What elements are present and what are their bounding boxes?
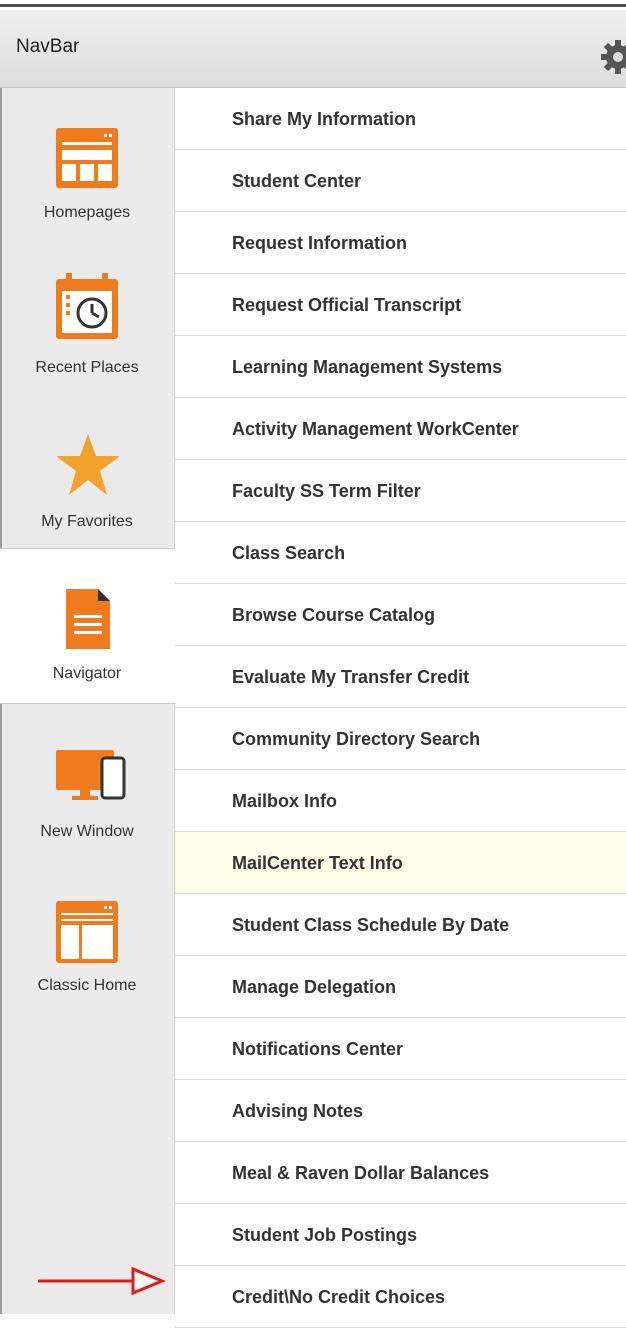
sidebar-tile-label: Navigator [52, 665, 122, 682]
menu-item-label: Student Job Postings [232, 1225, 418, 1245]
menu-item-activity-management-workcenter[interactable]: Activity Management WorkCenter [175, 398, 626, 460]
menu-item-label: Credit\No Credit Choices [232, 1287, 446, 1307]
menu-item-label: Faculty SS Term Filter [232, 481, 421, 501]
menu-item-label: Browse Course Catalog [232, 605, 436, 625]
menu-item-faculty-ss-term-filter[interactable]: Faculty SS Term Filter [175, 460, 626, 522]
document-icon [66, 589, 110, 649]
navbar-title: NavBar [16, 36, 80, 57]
menu-item-request-official-transcript[interactable]: Request Official Transcript [175, 274, 626, 336]
sidebar-tile-recent-places[interactable]: Recent Places [0, 243, 174, 398]
menu-item-label: Manage Delegation [232, 977, 397, 997]
classic-home-icon [56, 901, 118, 963]
menu-item-credit-no-credit-choices[interactable]: Credit\No Credit Choices [175, 1266, 626, 1328]
menu-item-browse-course-catalog[interactable]: Browse Course Catalog [175, 584, 626, 646]
sidebar-tile-classic-home[interactable]: Classic Home [0, 862, 174, 1012]
calendar-clock-icon [56, 273, 118, 339]
menu-item-learning-management-systems[interactable]: Learning Management Systems [175, 336, 626, 398]
sidebar-tile-label: New Window [40, 823, 134, 840]
homepages-icon [56, 128, 118, 188]
menu-item-label: MailCenter Text Info [232, 853, 403, 873]
sidebar-tile-label: Classic Home [37, 977, 137, 994]
sidebar-tile-label: My Favorites [41, 513, 133, 530]
menu-item-label: Student Class Schedule By Date [232, 915, 510, 935]
red-arrow-annotation-icon [38, 1266, 166, 1296]
window-top-edge [0, 0, 626, 10]
menu-item-share-my-information[interactable]: Share My Information [175, 88, 626, 150]
menu-item-mailcenter-text-info[interactable]: MailCenter Text Info [175, 832, 626, 894]
menu-item-request-information[interactable]: Request Information [175, 212, 626, 274]
menu-item-student-job-postings[interactable]: Student Job Postings [175, 1204, 626, 1266]
menu-item-meal-raven-dollar-balances[interactable]: Meal & Raven Dollar Balances [175, 1142, 626, 1204]
navbar-header: NavBar [0, 10, 626, 88]
menu-item-class-search[interactable]: Class Search [175, 522, 626, 584]
sidebar-tile-label: Homepages [43, 204, 131, 221]
menu-item-label: Community Directory Search [232, 729, 481, 749]
menu-item-manage-delegation[interactable]: Manage Delegation [175, 956, 626, 1018]
menu-item-label: Mailbox Info [232, 791, 337, 811]
menu-item-label: Advising Notes [232, 1101, 364, 1121]
menu-item-mailbox-info[interactable]: Mailbox Info [175, 770, 626, 832]
menu-item-label: Request Information [232, 233, 408, 253]
sidebar-tile-new-window[interactable]: New Window [0, 702, 174, 862]
sidebar-tile-navigator[interactable]: Navigator [0, 548, 175, 704]
menu-item-student-class-schedule-by-date[interactable]: Student Class Schedule By Date [175, 894, 626, 956]
menu-item-advising-notes[interactable]: Advising Notes [175, 1080, 626, 1142]
star-icon [56, 434, 120, 495]
menu-item-student-center[interactable]: Student Center [175, 150, 626, 212]
menu-item-evaluate-my-transfer-credit[interactable]: Evaluate My Transfer Credit [175, 646, 626, 708]
menu-item-community-directory-search[interactable]: Community Directory Search [175, 708, 626, 770]
menu-item-label: Class Search [232, 543, 346, 563]
menu-item-label: Evaluate My Transfer Credit [232, 667, 470, 687]
menu-item-label: Notifications Center [232, 1039, 404, 1059]
sidebar-tile-my-favorites[interactable]: My Favorites [0, 398, 174, 548]
menu-item-label: Share My Information [232, 109, 417, 129]
menu-item-label: Request Official Transcript [232, 295, 462, 315]
gear-icon[interactable] [598, 37, 626, 77]
menu-item-label: Student Center [232, 171, 362, 191]
menu-item-notifications-center[interactable]: Notifications Center [175, 1018, 626, 1080]
monitor-phone-icon [56, 750, 126, 800]
menu-item-label: Activity Management WorkCenter [232, 419, 519, 439]
menu-item-label: Meal & Raven Dollar Balances [232, 1163, 490, 1183]
sidebar-tile-homepages[interactable]: Homepages [0, 88, 174, 243]
sidebar-tile-label: Recent Places [35, 359, 139, 376]
menu-item-label: Learning Management Systems [232, 357, 503, 377]
